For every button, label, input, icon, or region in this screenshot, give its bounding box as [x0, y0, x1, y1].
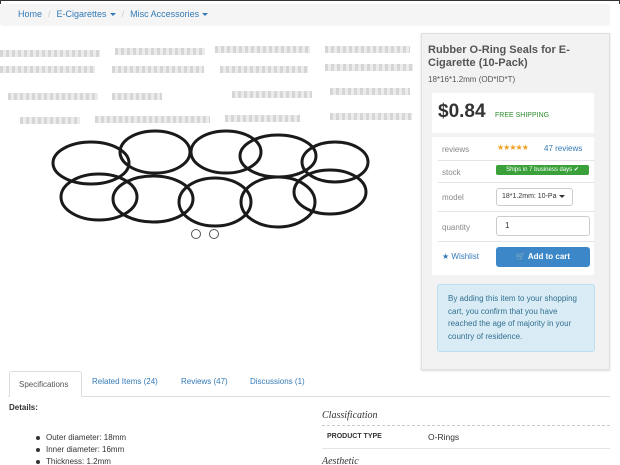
- breadcrumb-home[interactable]: Home: [18, 9, 42, 19]
- breadcrumb-misc-accessories[interactable]: Misc Accessories: [130, 9, 209, 19]
- thumbnail-strip: [95, 116, 210, 123]
- spec-list: Outer diameter: 18mm Inner diameter: 16m…: [35, 432, 127, 465]
- tab-reviews[interactable]: Reviews (47): [181, 377, 228, 386]
- carousel-dots: [191, 229, 231, 241]
- thumbnail-strip: [0, 50, 100, 57]
- breadcrumb-separator: /: [48, 9, 51, 19]
- spec-item: Outer diameter: 18mm: [35, 433, 127, 442]
- thumbnail-strip: [232, 91, 312, 98]
- breadcrumb-misc-accessories-label: Misc Accessories: [130, 9, 200, 19]
- thumbnail-strip: [112, 93, 162, 100]
- rating-stars: ★★★★★: [497, 143, 529, 152]
- model-select-value: 18*1.2mm: 10-Pa: [502, 193, 557, 200]
- breadcrumb: Home / E-Cigarettes / Misc Accessories: [0, 4, 610, 26]
- chevron-down-icon: [559, 194, 566, 198]
- reviews-link[interactable]: 47 reviews: [544, 144, 582, 153]
- thumbnail-strip: [225, 115, 300, 122]
- product-subtitle: 18*16*1.2mm (OD*ID*T): [428, 75, 516, 84]
- tab-specifications[interactable]: Specifications: [9, 371, 82, 397]
- tabs-divider: [8, 396, 610, 397]
- breadcrumb-e-cigarettes[interactable]: E-Cigarettes: [57, 9, 116, 19]
- breadcrumb-e-cigarettes-label: E-Cigarettes: [56, 9, 107, 19]
- thumbnail-strip: [325, 46, 410, 53]
- thumbnail-strip: [325, 64, 413, 71]
- wishlist-button[interactable]: ★ Wishlist: [442, 252, 479, 261]
- tab-discussions[interactable]: Discussions (1): [250, 377, 305, 386]
- star-icon: ★: [442, 252, 450, 261]
- thumbnail-strip: [20, 117, 80, 124]
- shipping-label: FREE SHIPPING: [495, 112, 550, 119]
- stock-label: stock: [442, 168, 461, 177]
- stock-badge: Ships in 7 business days ✔: [496, 165, 589, 175]
- chevron-down-icon: [109, 13, 116, 17]
- thumbnail-strip: [330, 113, 412, 120]
- row-divider: [438, 160, 594, 161]
- aesthetic-heading: Aesthetic: [322, 456, 359, 465]
- product-price: $0.84: [438, 101, 486, 122]
- product-type-label: PRODUCT TYPE: [327, 433, 382, 440]
- row-divider: [438, 211, 594, 212]
- quantity-label: quantity: [442, 223, 471, 232]
- thumbnail-strip: [8, 93, 98, 100]
- quantity-input[interactable]: 1: [496, 216, 590, 236]
- row-divider: [438, 241, 594, 242]
- classification-heading: Classification: [322, 410, 378, 421]
- product-image[interactable]: [50, 128, 370, 233]
- model-label: model: [442, 193, 464, 202]
- model-select[interactable]: 18*1.2mm: 10-Pa: [496, 188, 573, 206]
- cart-icon: 🛒: [515, 252, 526, 261]
- classification-divider: [322, 448, 610, 449]
- tab-related-items[interactable]: Related Items (24): [92, 377, 158, 386]
- age-notice: By adding this item to your shopping car…: [437, 284, 595, 352]
- wishlist-label: Wishlist: [451, 252, 479, 261]
- breadcrumb-separator: /: [121, 9, 125, 19]
- carousel-dot[interactable]: [191, 229, 201, 239]
- row-divider: [438, 182, 594, 183]
- product-type-value: O-Rings: [428, 432, 460, 442]
- add-to-cart-button[interactable]: 🛒 Add to cart: [496, 247, 590, 267]
- thumbnail-strip: [215, 46, 310, 53]
- carousel-dot[interactable]: [209, 229, 219, 239]
- thumbnail-strip: [112, 66, 204, 73]
- product-title: Rubber O-Ring Seals for E-Cigarette (10-…: [428, 44, 570, 69]
- thumbnail-strip: [220, 66, 308, 73]
- thumbnail-strip: [330, 88, 410, 95]
- spec-item: Thickness: 1.2mm: [35, 456, 126, 465]
- add-to-cart-label: Add to cart: [527, 252, 571, 261]
- reviews-label: reviews: [442, 145, 470, 154]
- chevron-down-icon: [202, 13, 209, 17]
- details-label: Details:: [9, 403, 38, 412]
- thumbnail-strip: [115, 48, 205, 55]
- spec-item: Inner diameter: 16mm: [35, 445, 125, 454]
- classification-divider: [322, 425, 610, 426]
- thumbnail-strip: [0, 66, 95, 73]
